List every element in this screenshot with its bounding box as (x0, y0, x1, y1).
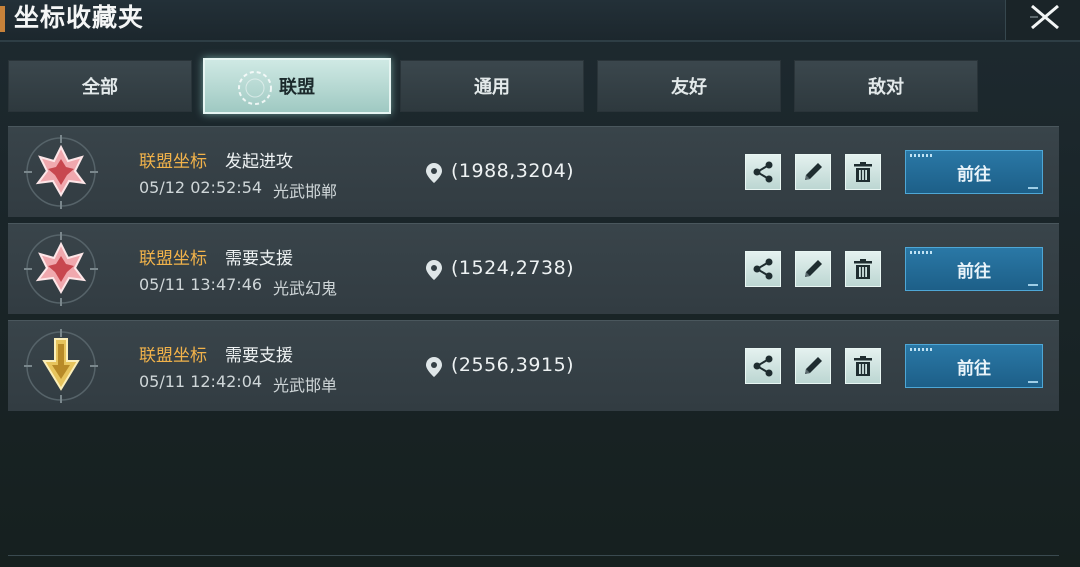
coordinate-location-name: 光武邯单 (273, 376, 338, 395)
pencil-icon (805, 163, 822, 180)
coordinate-row: 联盟坐标 需要支援 05/11 12:42:04 光武邯单 (2556,3915… (8, 320, 1059, 411)
coordinate-row: 联盟坐标 需要支援 05/11 13:47:46 光武幻鬼 (1524,2738… (8, 223, 1059, 314)
close-icon (1030, 4, 1059, 30)
coordinate-location-name: 光武幻鬼 (273, 279, 338, 298)
gear-decoration-icon (238, 71, 272, 105)
go-button[interactable]: 前往 (905, 150, 1043, 194)
edit-button[interactable] (795, 348, 831, 384)
button-decoration (910, 154, 934, 157)
coordinate-timestamp: 05/12 02:52:54 (139, 178, 263, 197)
tab-label: 全部 (82, 77, 118, 98)
tab-general[interactable]: 通用 (400, 60, 584, 112)
tab-label: 敌对 (868, 77, 904, 98)
location-pin-icon (426, 163, 442, 183)
coordinate-type: 联盟坐标 (139, 249, 207, 269)
attack-emblem-icon (24, 135, 98, 209)
category-tabs: 全部 联盟 通用 友好 敌对 (8, 58, 1068, 114)
share-button[interactable] (745, 154, 781, 190)
delete-button[interactable] (845, 251, 881, 287)
go-button-label: 前往 (957, 358, 991, 379)
delete-button[interactable] (845, 348, 881, 384)
go-button-label: 前往 (957, 164, 991, 185)
coordinate-description: 需要支援 (225, 249, 293, 269)
window-title: 坐标收藏夹 (14, 3, 145, 32)
divider (8, 555, 1059, 556)
share-icon (753, 161, 773, 183)
coordinate-type: 联盟坐标 (139, 152, 207, 172)
trash-icon (854, 259, 872, 279)
button-decoration (1028, 381, 1038, 383)
button-decoration (1028, 187, 1038, 189)
edit-button[interactable] (795, 251, 831, 287)
button-decoration (910, 348, 934, 351)
tab-label: 通用 (474, 77, 510, 98)
close-button[interactable] (1005, 0, 1080, 40)
button-decoration (910, 251, 934, 254)
share-icon (753, 258, 773, 280)
tab-friendly[interactable]: 友好 (597, 60, 781, 112)
coordinate-value: (1988,3204) (451, 160, 575, 182)
share-icon (753, 355, 773, 377)
coordinate-timestamp: 05/11 13:47:46 (139, 275, 263, 294)
coordinate-location-name: 光武邯郸 (273, 182, 338, 201)
go-button[interactable]: 前往 (905, 344, 1043, 388)
delete-button[interactable] (845, 154, 881, 190)
tab-hostile[interactable]: 敌对 (794, 60, 978, 112)
coordinate-type: 联盟坐标 (139, 346, 207, 366)
coordinate-description: 发起进攻 (225, 152, 293, 172)
location-pin-icon (426, 357, 442, 377)
title-bar: 坐标收藏夹 (0, 0, 1080, 42)
coordinate-timestamp: 05/11 12:42:04 (139, 372, 263, 391)
share-button[interactable] (745, 251, 781, 287)
pencil-icon (805, 260, 822, 277)
tab-label: 友好 (671, 77, 707, 98)
gather-arrow-emblem-icon (24, 329, 98, 403)
pencil-icon (805, 357, 822, 374)
coordinate-value: (2556,3915) (451, 354, 575, 376)
edit-button[interactable] (795, 154, 831, 190)
coordinate-description: 需要支援 (225, 346, 293, 366)
trash-icon (854, 356, 872, 376)
go-button-label: 前往 (957, 261, 991, 282)
coordinate-value: (1524,2738) (451, 257, 575, 279)
share-button[interactable] (745, 348, 781, 384)
tab-all[interactable]: 全部 (8, 60, 192, 112)
go-button[interactable]: 前往 (905, 247, 1043, 291)
tab-label: 联盟 (279, 77, 315, 98)
title-accent (0, 6, 5, 32)
attack-emblem-icon (24, 232, 98, 306)
coordinate-row: 联盟坐标 发起进攻 05/12 02:52:54 光武邯郸 (1988,3204… (8, 126, 1059, 217)
button-decoration (1028, 284, 1038, 286)
tab-alliance[interactable]: 联盟 (203, 58, 391, 114)
location-pin-icon (426, 260, 442, 280)
trash-icon (854, 162, 872, 182)
